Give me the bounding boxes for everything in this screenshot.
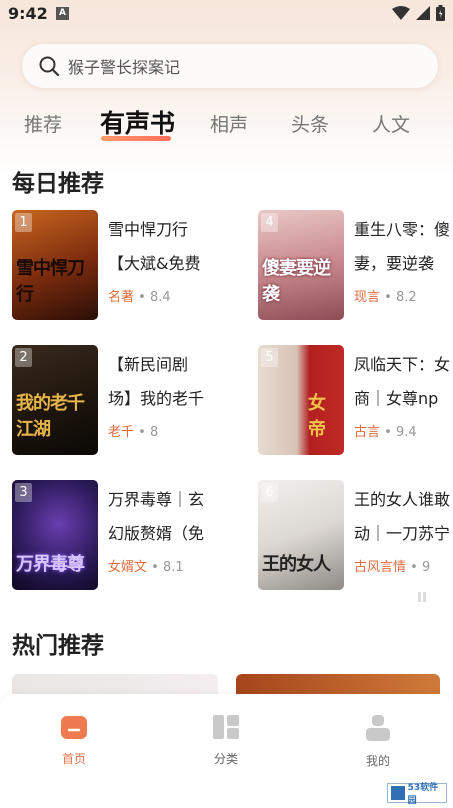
- book-title-line1: 万界毒尊｜玄: [108, 490, 205, 509]
- search-icon: [39, 56, 60, 77]
- book-cover: 6 王的女人: [258, 480, 344, 590]
- watermark-logo: 53软件园: [387, 783, 447, 806]
- rank-badge: 6: [261, 483, 278, 502]
- book-title-line2: 动｜一刀苏宁: [354, 524, 451, 543]
- book-title-line2: 商｜女尊np: [354, 389, 439, 408]
- wifi-icon: [392, 6, 410, 20]
- book-genre: 古言: [354, 425, 381, 440]
- cover-title: 万界毒尊: [16, 554, 85, 575]
- book-title-line1: 【新民间剧: [108, 355, 189, 374]
- nav-category-label: 分类: [213, 752, 238, 766]
- search-bar[interactable]: 猴子警长探案记: [22, 44, 438, 88]
- book-card[interactable]: 2 我的老千江湖 【新民间剧 场】我的老千 老千 • 8: [12, 345, 232, 455]
- book-genre: 古风言情: [354, 560, 407, 575]
- book-cover: 2 我的老千江湖: [12, 345, 98, 455]
- tab-humanities[interactable]: 人文: [372, 110, 410, 137]
- book-title-line2: 场】我的老千: [108, 389, 205, 408]
- book-score: 8: [149, 425, 159, 440]
- rank-badge: 2: [15, 348, 32, 367]
- nav-mine-label: 我的: [365, 754, 390, 768]
- book-genre: 名著: [108, 290, 135, 305]
- tab-recommend[interactable]: 推荐: [24, 110, 62, 137]
- book-card[interactable]: 4 傻妻要逆袭 重生八零：傻 妻，要逆袭 现言 • 8.2: [258, 210, 453, 320]
- book-genre: 现言: [354, 290, 381, 305]
- rank-badge: 1: [15, 213, 32, 232]
- book-title-line1: 雪中悍刀行: [108, 220, 189, 239]
- book-card[interactable]: 5 女帝 凤临天下：女 商｜女尊np 古言 • 9.4: [258, 345, 453, 455]
- book-score: 8.2: [395, 290, 417, 305]
- book-score: 9: [421, 560, 431, 575]
- rank-badge: 3: [15, 483, 32, 502]
- cover-title: 我的老千江湖: [16, 393, 85, 440]
- book-score: 9.4: [395, 425, 417, 440]
- nav-home[interactable]: 首页: [34, 714, 114, 767]
- status-icons: [392, 5, 445, 21]
- active-tab-indicator: [101, 136, 171, 141]
- tab-headlines[interactable]: 头条: [291, 110, 329, 137]
- daily-recommend-title: 每日推荐: [12, 171, 104, 197]
- home-icon: [61, 716, 87, 739]
- book-meta: 老千 • 8: [108, 425, 159, 440]
- book-title-line2: 【大斌&免费: [108, 254, 201, 273]
- cover-title: 王的女人: [262, 554, 331, 575]
- tab-audiobook[interactable]: 有声书: [100, 104, 175, 140]
- signal-icon: [416, 6, 430, 20]
- tab-crosstalk[interactable]: 相声: [210, 110, 248, 137]
- book-meta: 女婿文 • 8.1: [108, 560, 184, 575]
- scroll-indicator-icon: [418, 592, 426, 602]
- category-tabs: 推荐 有声书 相声 头条 人文: [0, 104, 453, 146]
- book-meta: 古风言情 • 9: [354, 560, 431, 575]
- nav-mine[interactable]: 我的: [338, 714, 418, 769]
- book-card[interactable]: 3 万界毒尊 万界毒尊｜玄 幻版赘婿（免 女婿文 • 8.1: [12, 480, 232, 590]
- search-placeholder: 猴子警长探案记: [68, 58, 181, 77]
- book-cover: 1 雪中悍刀行: [12, 210, 98, 320]
- hot-recommend-title: 热门推荐: [12, 633, 104, 659]
- book-meta: 名著 • 8.4: [108, 290, 171, 305]
- book-genre: 老千: [108, 425, 135, 440]
- book-cover: 3 万界毒尊: [12, 480, 98, 590]
- status-bar: 9:42 A: [0, 0, 453, 30]
- book-meta: 现言 • 8.2: [354, 290, 417, 305]
- watermark-icon: [391, 786, 405, 800]
- book-cover: 4 傻妻要逆袭: [258, 210, 344, 320]
- cover-title: 傻妻要逆袭: [262, 258, 331, 305]
- book-title-line2: 妻，要逆袭: [354, 254, 435, 273]
- nav-category[interactable]: 分类: [186, 714, 266, 767]
- rank-badge: 4: [261, 213, 278, 232]
- book-title-line1: 王的女人谁敢: [354, 490, 451, 509]
- bottom-nav: 首页 分类 我的: [0, 694, 453, 808]
- category-icon: [213, 715, 239, 739]
- book-score: 8.4: [149, 290, 171, 305]
- notification-a-icon: A: [56, 7, 69, 20]
- nav-home-label: 首页: [61, 752, 86, 766]
- cover-title: 雪中悍刀行: [16, 258, 85, 305]
- profile-icon: [366, 715, 390, 741]
- book-title-line2: 幻版赘婿（免: [108, 524, 205, 543]
- book-meta: 古言 • 9.4: [354, 425, 417, 440]
- battery-icon: [436, 5, 445, 21]
- book-cover: 5 女帝: [258, 345, 344, 455]
- book-score: 8.1: [162, 560, 184, 575]
- cover-title: 女帝: [308, 393, 326, 440]
- book-genre: 女婿文: [108, 560, 148, 575]
- watermark-text: 53软件园: [407, 783, 439, 806]
- rank-badge: 5: [261, 348, 278, 367]
- book-title-line1: 重生八零：傻: [354, 220, 451, 239]
- book-title-line1: 凤临天下：女: [354, 355, 451, 374]
- book-card[interactable]: 6 王的女人 王的女人谁敢 动｜一刀苏宁 古风言情 • 9: [258, 480, 453, 590]
- status-time: 9:42: [8, 4, 48, 23]
- book-card[interactable]: 1 雪中悍刀行 雪中悍刀行 【大斌&免费 名著 • 8.4: [12, 210, 232, 320]
